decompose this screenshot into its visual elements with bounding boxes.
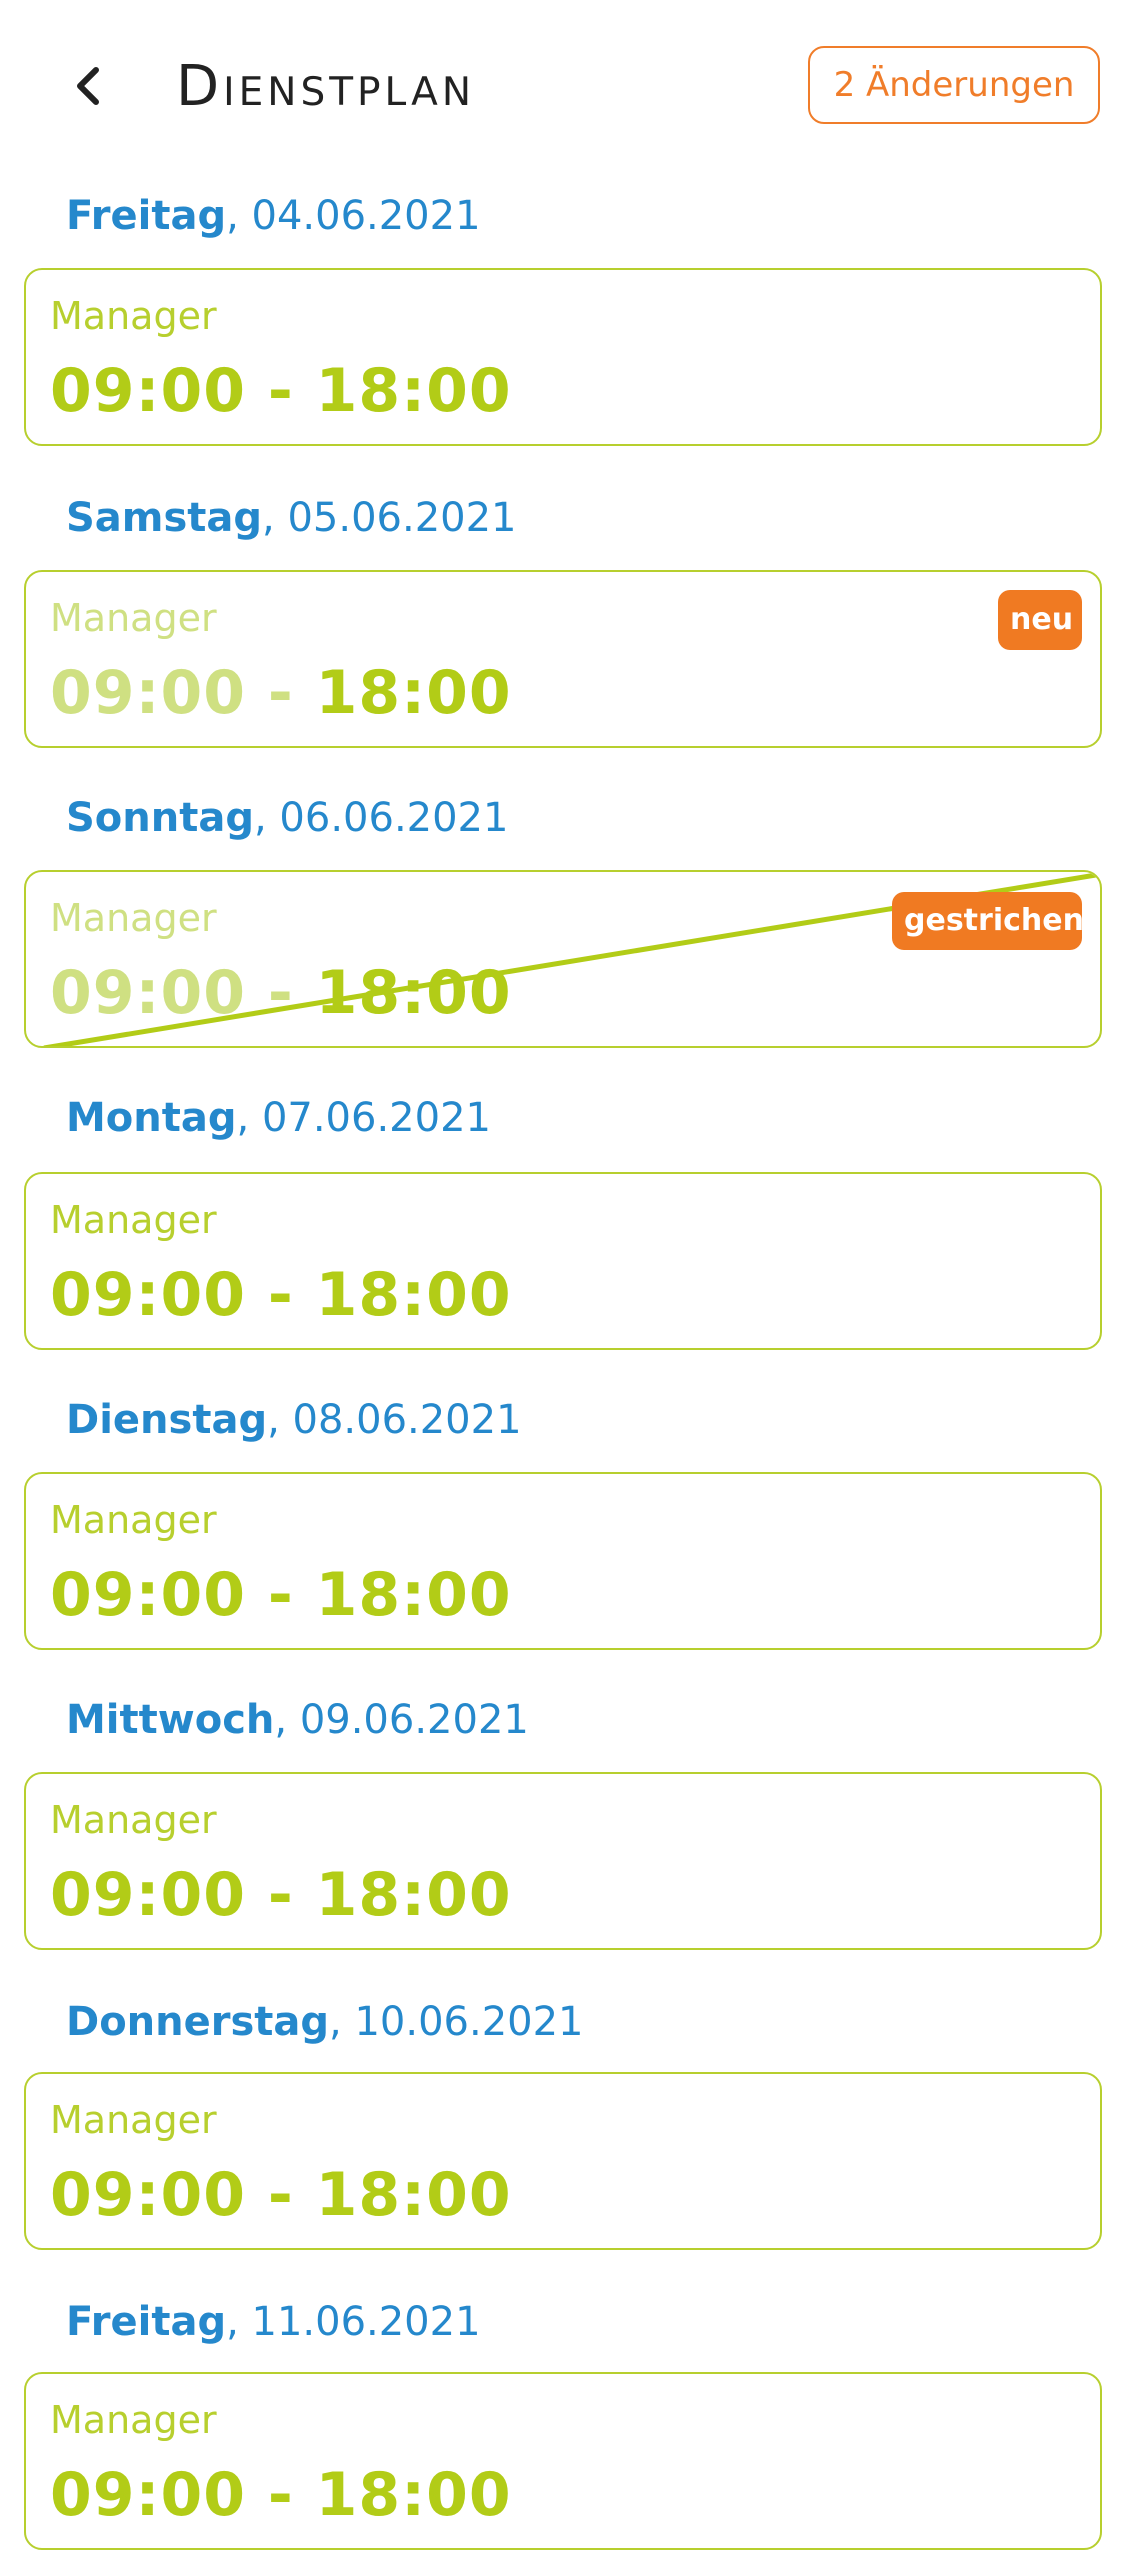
day-heading: Samstag, 05.06.2021: [66, 492, 517, 544]
shift-role: Manager: [50, 294, 217, 338]
day-date: , 07.06.2021: [236, 1095, 491, 1141]
shift-time: 09:00 - 18:00: [50, 1860, 512, 1930]
day-date: , 06.06.2021: [254, 795, 509, 841]
shift-role: Manager: [50, 2098, 217, 2142]
day-heading: Freitag, 11.06.2021: [66, 2296, 481, 2348]
shift-role: Manager: [50, 1498, 217, 1542]
day-heading: Montag, 07.06.2021: [66, 1092, 491, 1144]
shift-card[interactable]: Manager 09:00 - 18:00: [24, 2072, 1102, 2250]
day-heading: Sonntag, 06.06.2021: [66, 792, 508, 844]
shift-card[interactable]: Manager 09:00 - 18:00: [24, 1172, 1102, 1350]
back-button[interactable]: [62, 54, 118, 118]
new-badge: neu: [998, 590, 1082, 650]
day-name: Dienstag: [66, 1397, 268, 1443]
day-date: , 08.06.2021: [267, 1397, 522, 1443]
day-date: , 09.06.2021: [274, 1697, 529, 1743]
shift-time: 09:00 - 18:00: [50, 2460, 512, 2530]
shift-card[interactable]: Manager 09:00 - 18:00: [24, 1772, 1102, 1950]
shift-time: 09:00 - 18:00: [50, 2160, 512, 2230]
shift-role: Manager: [50, 2398, 217, 2442]
day-name: Sonntag: [66, 795, 254, 841]
shift-card[interactable]: Manager 09:00 - 18:00: [24, 2372, 1102, 2550]
page-title: Dienstplan: [176, 54, 476, 119]
shift-card[interactable]: Manager 09:00 - 18:00: [24, 268, 1102, 446]
shift-role: Manager: [50, 1198, 217, 1242]
app-header: Dienstplan 2 Änderungen: [0, 0, 1126, 170]
shift-time: 09:00 - 18:00: [50, 1560, 512, 1630]
day-heading: Donnerstag, 10.06.2021: [66, 1996, 584, 2048]
shift-time: 09:00 - 18:00: [50, 658, 512, 728]
shift-role: Manager: [50, 896, 217, 940]
day-name: Mittwoch: [66, 1697, 275, 1743]
chevron-left-icon: [77, 67, 99, 105]
day-heading: Freitag, 04.06.2021: [66, 190, 481, 242]
day-heading: Mittwoch, 09.06.2021: [66, 1694, 529, 1746]
day-date: , 04.06.2021: [226, 193, 481, 239]
shift-time: 09:00 - 18:00: [50, 356, 512, 426]
shift-time: 09:00 - 18:00: [50, 1260, 512, 1330]
day-name: Samstag: [66, 495, 263, 541]
shift-role: Manager: [50, 1798, 217, 1842]
day-name: Montag: [66, 1095, 237, 1141]
shift-role: Manager: [50, 596, 217, 640]
day-date: , 10.06.2021: [329, 1999, 584, 2045]
day-heading: Dienstag, 08.06.2021: [66, 1394, 522, 1446]
day-date: , 11.06.2021: [226, 2299, 481, 2345]
shift-card[interactable]: Manager 09:00 - 18:00: [24, 1472, 1102, 1650]
shift-time: 09:00 - 18:00: [50, 958, 512, 1028]
day-name: Freitag: [66, 193, 227, 239]
shift-card-new[interactable]: Manager 09:00 - 18:00 neu: [24, 570, 1102, 748]
day-name: Donnerstag: [66, 1999, 330, 2045]
cancelled-badge: gestrichen: [892, 892, 1084, 950]
day-date: , 05.06.2021: [262, 495, 517, 541]
day-name: Freitag: [66, 2299, 227, 2345]
shift-card-cancelled[interactable]: Manager 09:00 - 18:00 gestrichen: [24, 870, 1102, 1048]
changes-button[interactable]: 2 Änderungen: [808, 46, 1100, 124]
